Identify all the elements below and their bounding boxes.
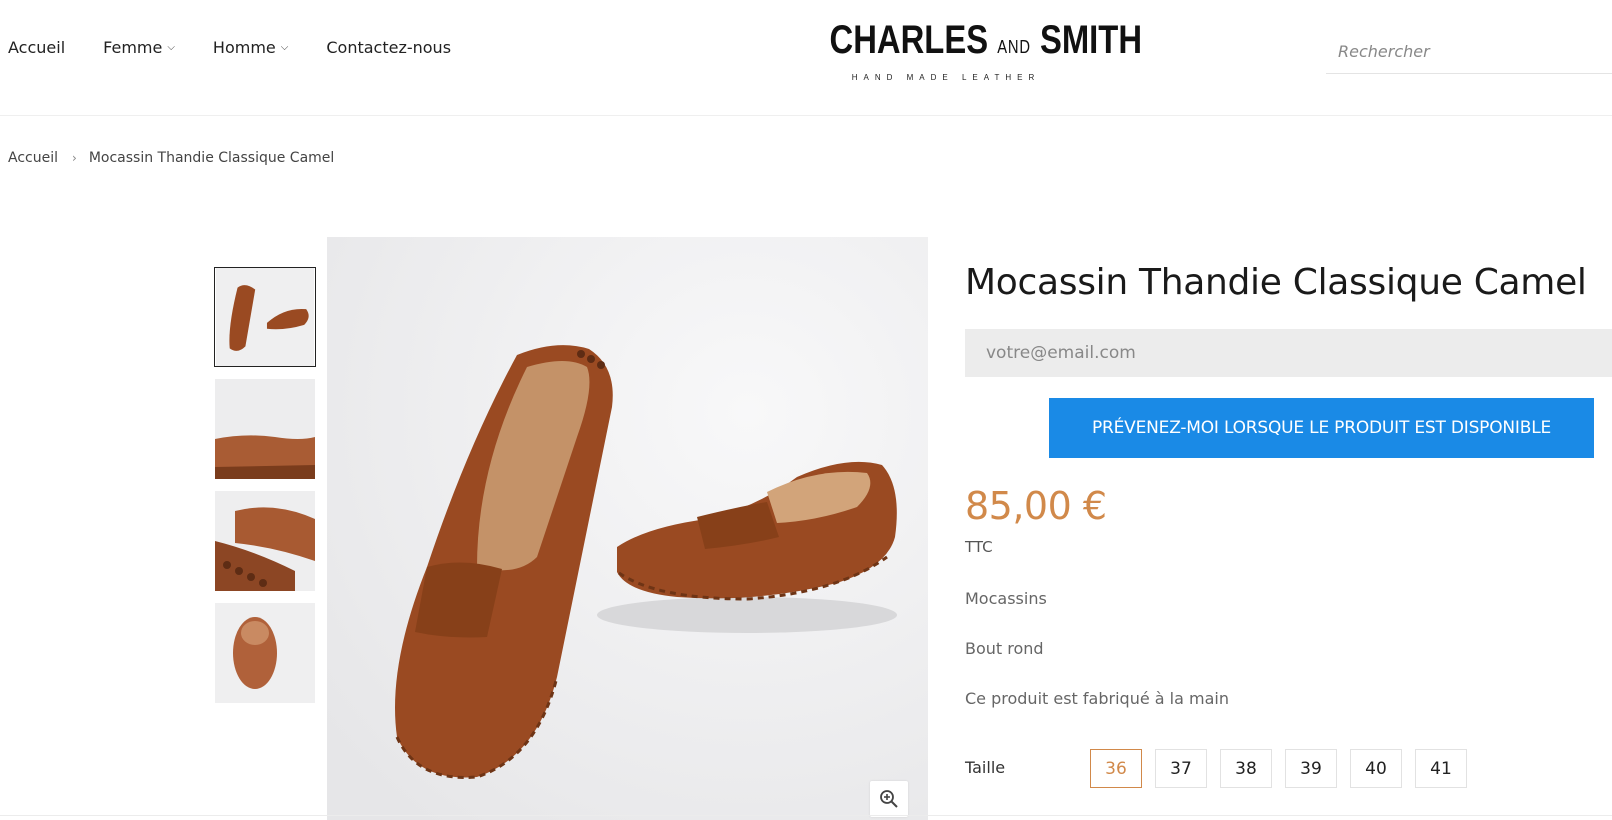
size-option[interactable]: 37 <box>1155 749 1207 788</box>
main-product-image[interactable] <box>327 237 928 820</box>
thumbnail-image <box>216 268 314 366</box>
size-option[interactable]: 39 <box>1285 749 1337 788</box>
email-field[interactable] <box>965 329 1612 377</box>
thumbnail-4[interactable] <box>214 603 316 703</box>
search-input[interactable] <box>1326 36 1612 66</box>
product-photo <box>327 237 928 820</box>
thumbnail-image <box>215 603 315 703</box>
nav-label: Accueil <box>8 38 66 57</box>
size-option[interactable]: 41 <box>1415 749 1467 788</box>
thumbnail-2[interactable] <box>214 379 316 479</box>
nav-label: Homme <box>212 38 276 57</box>
nav-item-accueil[interactable]: Accueil <box>8 38 65 57</box>
breadcrumb-separator: › <box>72 151 77 165</box>
zoom-in-icon <box>880 790 898 808</box>
size-option[interactable]: 36 <box>1090 749 1142 788</box>
zoom-button[interactable] <box>870 781 908 817</box>
size-label: Taille <box>965 758 1006 777</box>
thumbnail-3[interactable] <box>214 491 316 591</box>
breadcrumb-current: Mocassin Thandie Classique Camel <box>88 150 335 166</box>
chevron-down-icon: ⌵ <box>280 42 289 53</box>
email-field-wrapper <box>965 329 1612 377</box>
thumbnail-list <box>214 267 316 715</box>
thumbnail-1[interactable] <box>214 267 316 367</box>
breadcrumb: Accueil › Mocassin Thandie Classique Cam… <box>8 150 334 166</box>
feature-item: Bout rond <box>965 639 1044 658</box>
chevron-down-icon: ⌵ <box>167 42 175 53</box>
feature-item: Mocassins <box>965 589 1047 608</box>
notify-me-button[interactable]: PRÉVENEZ-MOI LORSQUE LE PRODUIT EST DISP… <box>1049 398 1594 458</box>
logo-wordmark: CHARLES AND SMITH <box>829 18 1143 62</box>
size-selector: 36 37 38 39 40 41 <box>1090 749 1480 788</box>
logo-tagline: HAND MADE LEATHER <box>851 73 1041 82</box>
site-header: Accueil Femme ⌵ Homme ⌵ Contactez-nous C… <box>0 0 1612 116</box>
size-option[interactable]: 40 <box>1350 749 1402 788</box>
divider <box>0 815 1612 816</box>
nav-item-homme[interactable]: Homme ⌵ <box>213 38 288 57</box>
main-nav: Accueil Femme ⌵ Homme ⌵ Contactez-nous <box>8 38 489 57</box>
tax-note: TTC <box>965 538 993 556</box>
nav-item-contact[interactable]: Contactez-nous <box>326 38 451 57</box>
breadcrumb-home[interactable]: Accueil <box>8 150 58 166</box>
nav-item-femme[interactable]: Femme ⌵ <box>103 38 175 57</box>
thumbnail-image <box>215 491 315 591</box>
nav-label: Femme <box>103 38 163 57</box>
search-box <box>1326 36 1612 74</box>
feature-item: Ce produit est fabriqué à la main <box>965 689 1229 708</box>
product-title: Mocassin Thandie Classique Camel <box>965 262 1587 303</box>
brand-logo[interactable]: CHARLES AND SMITH HAND MADE LEATHER <box>804 18 1143 82</box>
thumbnail-image <box>215 379 315 479</box>
nav-label: Contactez-nous <box>326 38 452 57</box>
size-option[interactable]: 38 <box>1220 749 1272 788</box>
product-price: 85,00 € <box>965 484 1107 528</box>
